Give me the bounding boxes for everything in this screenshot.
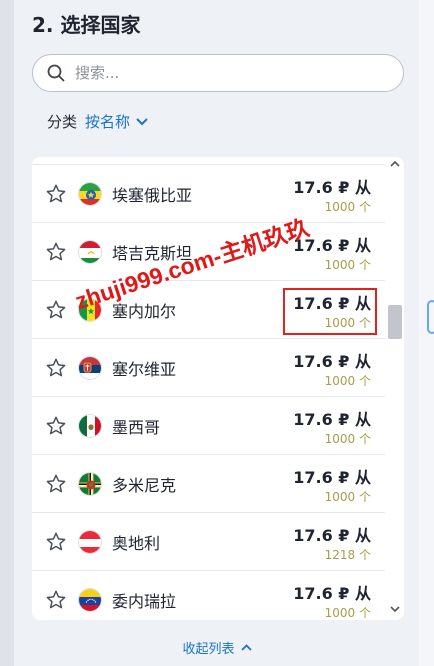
country-row[interactable]: 塔吉克斯坦 17.6 ₽ 从 1000 个 <box>32 223 385 281</box>
country-price: 17.6 ₽ 从 <box>293 584 371 603</box>
country-quantity: 1218 个 <box>324 548 371 562</box>
search-box[interactable] <box>32 54 404 92</box>
favorite-star-icon[interactable] <box>45 241 67 267</box>
country-name: 委内瑞拉 <box>112 592 177 611</box>
favorite-star-icon[interactable] <box>45 589 67 615</box>
country-name: 多米尼克 <box>112 476 177 495</box>
chevron-down-icon <box>136 117 148 125</box>
country-row[interactable]: 埃塞俄比亚 17.6 ₽ 从 1000 个 <box>32 165 385 223</box>
scrollbar[interactable] <box>385 157 404 620</box>
country-row[interactable]: 塞尔维亚 17.6 ₽ 从 1000 个 <box>32 339 385 397</box>
country-name: 埃塞俄比亚 <box>112 186 193 205</box>
collapse-label: 收起列表 <box>182 642 235 657</box>
favorite-star-icon[interactable] <box>45 299 67 325</box>
tajikistan-flag-icon <box>78 240 102 264</box>
country-quantity: 1000 个 <box>324 490 371 504</box>
country-row[interactable]: 多米尼克 17.6 ₽ 从 1000 个 <box>32 455 385 513</box>
favorite-star-icon[interactable] <box>45 357 67 383</box>
country-name: 塔吉克斯坦 <box>112 244 193 263</box>
country-price: 17.6 ₽ 从 <box>293 410 371 429</box>
country-price: 17.6 ₽ 从 <box>293 526 371 545</box>
sort-label: 分类 <box>47 113 78 131</box>
side-handle[interactable] <box>427 300 434 334</box>
dominica-flag-icon <box>78 472 102 496</box>
ethiopia-flag-icon <box>78 182 102 206</box>
country-name: 奥地利 <box>112 534 161 553</box>
mexico-flag-icon <box>78 414 102 438</box>
sort-dropdown[interactable]: 按名称 <box>85 111 148 132</box>
country-price: 17.6 ₽ 从 <box>293 178 371 197</box>
collapse-list-button[interactable]: 收起列表 <box>0 638 434 657</box>
sort-control: 分类 按名称 <box>47 111 148 132</box>
chevron-up-icon <box>240 644 252 651</box>
search-icon <box>47 64 65 82</box>
price-highlight-box <box>283 288 377 335</box>
scroll-up-icon[interactable] <box>390 160 400 168</box>
list-top-spacer <box>32 157 385 165</box>
country-quantity: 1000 个 <box>324 200 371 214</box>
austria-flag-icon <box>78 530 102 554</box>
country-quantity: 1000 个 <box>324 432 371 446</box>
favorite-star-icon[interactable] <box>45 183 67 209</box>
country-quantity: 1000 个 <box>324 258 371 272</box>
country-row[interactable]: 委内瑞拉 17.6 ₽ 从 1000 个 <box>32 571 385 620</box>
country-name: 塞尔维亚 <box>112 360 177 379</box>
country-name: 墨西哥 <box>112 418 161 437</box>
favorite-star-icon[interactable] <box>45 473 67 499</box>
senegal-flag-icon <box>78 298 102 322</box>
country-row[interactable]: 奥地利 17.6 ₽ 从 1218 个 <box>32 513 385 571</box>
country-quantity: 1000 个 <box>324 374 371 388</box>
country-price: 17.6 ₽ 从 <box>293 352 371 371</box>
country-price: 17.6 ₽ 从 <box>293 236 371 255</box>
scroll-down-icon[interactable] <box>390 605 400 613</box>
section-title: 2. 选择国家 <box>32 13 141 37</box>
country-quantity: 1000 个 <box>324 606 371 620</box>
search-input[interactable] <box>75 64 375 82</box>
sort-value: 按名称 <box>85 113 131 131</box>
country-name: 塞内加尔 <box>112 302 177 321</box>
favorite-star-icon[interactable] <box>45 415 67 441</box>
country-price: 17.6 ₽ 从 <box>293 468 371 487</box>
serbia-flag-icon <box>78 356 102 380</box>
favorite-star-icon[interactable] <box>45 531 67 557</box>
scrollbar-thumb[interactable] <box>388 305 402 340</box>
country-row[interactable]: 墨西哥 17.6 ₽ 从 1000 个 <box>32 397 385 455</box>
country-list: 埃塞俄比亚 17.6 ₽ 从 1000 个塔吉克斯坦 17.6 ₽ 从 1000 个塞内… <box>32 157 404 620</box>
venezuela-flag-icon <box>78 588 102 612</box>
